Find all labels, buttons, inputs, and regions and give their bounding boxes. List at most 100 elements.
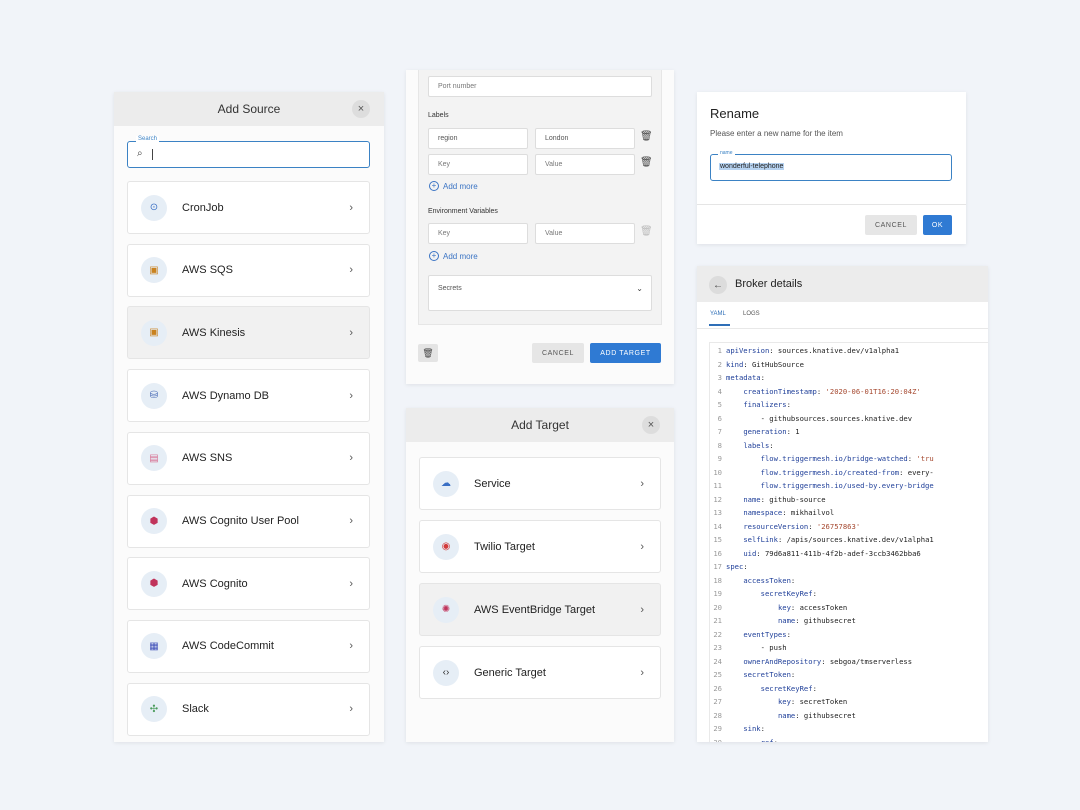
close-icon[interactable]: × — [352, 100, 370, 118]
source-item[interactable]: ⛁ AWS Dynamo DB › — [127, 369, 370, 423]
yaml-text — [726, 589, 761, 603]
trash-icon[interactable]: 🗑 — [640, 157, 653, 168]
code-line: 25 secretToken: — [710, 670, 988, 684]
add-more-env-button[interactable]: + Add more — [429, 251, 478, 261]
yaml-text: : — [816, 386, 826, 396]
yaml-text: : — [786, 629, 791, 639]
trash-icon[interactable]: 🗑 — [640, 226, 653, 237]
code-line: 26 secretKeyRef: — [710, 684, 988, 698]
back-arrow-icon[interactable]: ← — [709, 276, 727, 294]
code-line: 18 accessToken: — [710, 576, 988, 590]
target-item[interactable]: ‹› Generic Target › — [419, 646, 661, 699]
target-form-panel: Port number Labels region London 🗑 Key V… — [406, 70, 674, 384]
env-key-input[interactable]: Key — [428, 223, 528, 244]
yaml-text: : mikhailvol — [782, 508, 835, 517]
line-number: 12 — [713, 494, 722, 504]
code-line: 27 key: secretToken — [710, 697, 988, 711]
yaml-text — [726, 616, 778, 630]
line-number: 22 — [713, 629, 722, 639]
yaml-text: : github-source — [760, 494, 826, 504]
line-number: 16 — [713, 548, 722, 558]
trash-icon[interactable]: 🗑 — [640, 131, 653, 142]
add-more-label: Add more — [443, 181, 478, 191]
yaml-key: flow.triggermesh.io/used-by.every-bridge — [760, 481, 934, 490]
dialog-subtitle: Please enter a new name for the item — [710, 129, 843, 138]
yaml-key: key — [777, 602, 791, 612]
line-number: 8 — [717, 440, 722, 450]
line-number: 29 — [713, 724, 722, 733]
source-item[interactable]: ⊙ CronJob › — [127, 181, 370, 234]
close-icon[interactable]: × — [642, 416, 660, 434]
yaml-text — [726, 549, 743, 563]
add-more-labels-button[interactable]: + Add more — [429, 181, 478, 191]
broker-title: Broker details — [735, 278, 803, 290]
yaml-key: apiVersion — [726, 346, 770, 355]
chevron-right-icon: › — [640, 540, 644, 553]
yaml-key: name — [777, 710, 796, 720]
yaml-key: flow.triggermesh.io/created-from — [760, 467, 900, 477]
yaml-string: 'tru — [916, 454, 934, 463]
source-item[interactable]: ▣ AWS SQS › — [127, 243, 370, 297]
code-line: 29 sink: — [710, 724, 988, 738]
add-target-button[interactable]: ADD TARGET — [590, 343, 661, 363]
label-key-input[interactable]: Key — [428, 154, 528, 175]
ok-button[interactable]: OK — [923, 215, 952, 235]
delete-button[interactable]: 🗑 — [418, 344, 438, 362]
label-value-input[interactable]: Value — [535, 154, 635, 175]
yaml-text: : every- — [899, 467, 934, 477]
chevron-right-icon: › — [640, 603, 644, 616]
code-line: 17 spec: — [710, 562, 988, 576]
yaml-text: : secretToken — [790, 697, 848, 706]
code-line: 2 kind: GitHubSource — [710, 360, 988, 374]
target-item[interactable]: ◉ Twilio Target › — [419, 520, 661, 573]
dialog-title: Rename — [710, 106, 760, 121]
aws-cognito-user-pool-icon: ⬢ — [141, 508, 167, 534]
secrets-select[interactable]: Secrets ⌄ — [428, 275, 652, 311]
env-value-input[interactable]: Value — [535, 223, 635, 244]
search-input[interactable]: Search ⌕ — [127, 136, 370, 168]
label-value-input[interactable]: London — [535, 128, 635, 149]
plus-icon: + — [429, 181, 439, 191]
add-source-header: Add Source × — [114, 92, 384, 126]
line-number: 23 — [713, 643, 722, 652]
source-item[interactable]: ▣ AWS Kinesis › — [127, 306, 370, 360]
cancel-button[interactable]: CANCEL — [532, 343, 584, 363]
cancel-button[interactable]: CANCEL — [865, 215, 917, 235]
line-number: 20 — [713, 602, 722, 612]
source-item[interactable]: ▤ AWS SNS › — [127, 431, 370, 485]
port-number-input[interactable]: Port number — [428, 76, 652, 97]
target-item[interactable]: ✺ AWS EventBridge Target › — [419, 583, 661, 636]
tab-logs[interactable]: LOGS — [743, 311, 760, 317]
yaml-key: resourceVersion — [743, 521, 809, 531]
chevron-right-icon: › — [349, 577, 353, 590]
yaml-text: : — [790, 670, 796, 679]
aws-kinesis-icon: ▣ — [141, 319, 167, 346]
add-target-panel: Add Target × ☁ Service › ◉ Twilio Target › ✺ AW… — [406, 408, 674, 742]
yaml-text: - push — [726, 643, 787, 652]
yaml-text: : — [812, 589, 817, 598]
code-brackets-icon: ‹› — [433, 659, 459, 686]
yaml-text: : — [786, 400, 791, 409]
source-item[interactable]: ▦ AWS CodeCommit › — [127, 619, 370, 673]
label-key-input[interactable]: region — [428, 128, 528, 149]
source-item[interactable]: ⬢ AWS Cognito User Pool › — [127, 494, 370, 548]
chevron-right-icon: › — [349, 201, 353, 214]
chevron-right-icon: › — [349, 389, 353, 402]
line-number: 18 — [713, 575, 722, 585]
source-item-label: AWS Kinesis — [182, 326, 246, 339]
yaml-text: : accessToken — [790, 602, 848, 612]
tab-yaml[interactable]: YAML — [710, 311, 726, 317]
yaml-text — [726, 670, 743, 684]
target-item-label: AWS EventBridge Target — [474, 603, 596, 616]
yaml-key: eventTypes — [743, 629, 787, 639]
target-item[interactable]: ☁ Service › — [419, 457, 661, 510]
code-line: 21 name: githubsecret — [710, 616, 988, 630]
name-field-label: name — [718, 150, 735, 156]
yaml-code-view[interactable]: 1 apiVersion: sources.knative.dev/v1alpha… — [709, 342, 988, 742]
source-item[interactable]: ⬢ AWS Cognito › — [127, 557, 370, 611]
environment-variables-heading: Environment Variables — [428, 208, 498, 215]
line-number: 2 — [717, 359, 722, 369]
name-input[interactable]: name wonderful-telephone — [710, 150, 952, 181]
source-item[interactable]: ✣ Slack › — [127, 682, 370, 736]
yaml-text — [726, 387, 743, 401]
